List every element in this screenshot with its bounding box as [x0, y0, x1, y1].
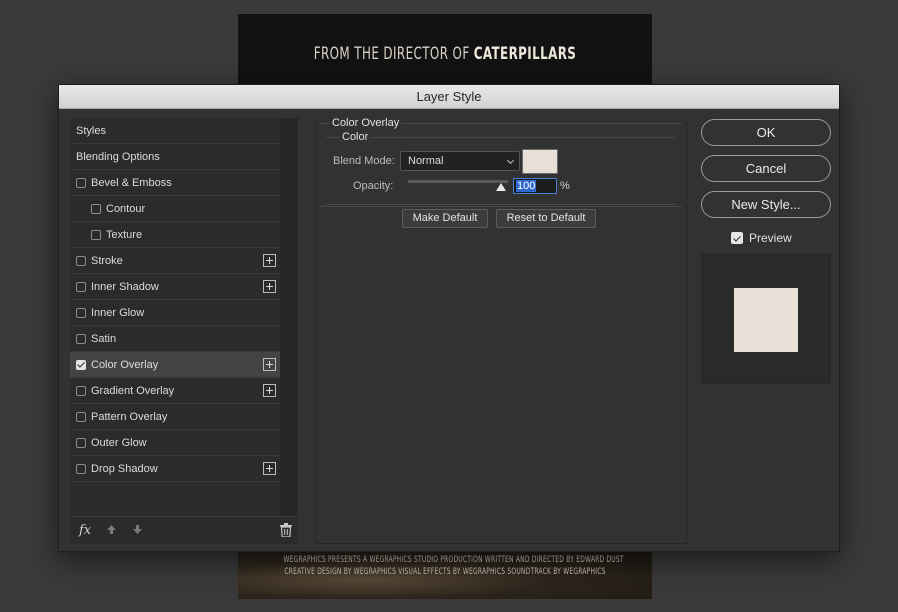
blend-mode-label: Blend Mode: [333, 155, 395, 167]
outer-glow-checkbox[interactable] [76, 437, 86, 448]
add-color-overlay-icon[interactable] [263, 358, 276, 371]
style-item-pattern-overlay[interactable]: Pattern Overlay [70, 404, 280, 430]
style-item-gradient-overlay[interactable]: Gradient Overlay [70, 378, 280, 404]
gradient-overlay-checkbox[interactable] [76, 385, 86, 396]
preview-checkbox[interactable] [731, 232, 743, 244]
add-inner-shadow-icon[interactable] [263, 280, 276, 293]
cancel-button[interactable]: Cancel [701, 155, 831, 182]
style-item-drop-shadow[interactable]: Drop Shadow [70, 456, 280, 482]
opacity-slider[interactable] [408, 180, 508, 183]
stroke-checkbox[interactable] [76, 255, 86, 266]
opacity-input[interactable]: 100 [513, 178, 557, 194]
styles-scrollbar[interactable] [280, 118, 298, 518]
styles-header[interactable]: Styles [70, 118, 280, 144]
reset-to-default-button[interactable]: Reset to Default [496, 209, 596, 228]
poster-header: FROM THE DIRECTOR OF CATERPILLARS [238, 14, 652, 88]
style-item-satin[interactable]: Satin [70, 326, 280, 352]
section-title: Color Overlay [330, 117, 402, 129]
add-drop-shadow-icon[interactable] [263, 462, 276, 475]
color-overlay-checkbox[interactable] [76, 359, 86, 370]
dialog-title: Layer Style [59, 85, 839, 109]
add-gradient-overlay-icon[interactable] [263, 384, 276, 397]
style-item-inner-shadow[interactable]: Inner Shadow [70, 274, 280, 300]
preview-toggle[interactable]: Preview [731, 231, 792, 245]
style-item-contour[interactable]: Contour [70, 196, 280, 222]
drop-shadow-checkbox[interactable] [76, 463, 86, 474]
move-down-icon[interactable] [132, 524, 143, 538]
poster-credit-line: CREATIVE DESIGN BY WEGRAPHICS VISUAL EFF… [284, 567, 606, 577]
texture-checkbox[interactable] [91, 229, 101, 240]
styles-panel: Styles Blending Options Bevel & Emboss C… [70, 118, 298, 544]
style-item-color-overlay[interactable]: Color Overlay [70, 352, 280, 378]
styles-toolbar: fx [70, 516, 298, 544]
style-item-inner-glow[interactable]: Inner Glow [70, 300, 280, 326]
style-item-blending-options[interactable]: Blending Options [70, 144, 280, 170]
poster-footer: WEGRAPHICS PRESENTS A WEGRAPHICS STUDIO … [238, 551, 652, 599]
style-item-texture[interactable]: Texture [70, 222, 280, 248]
layer-style-dialog: Layer Style Styles Blending Options Beve… [58, 84, 840, 552]
ok-button[interactable]: OK [701, 119, 831, 146]
bevel-emboss-checkbox[interactable] [76, 177, 86, 188]
opacity-slider-thumb[interactable] [496, 183, 506, 191]
styles-list: Styles Blending Options Bevel & Emboss C… [70, 118, 280, 482]
style-preview [701, 254, 831, 384]
make-default-button[interactable]: Make Default [402, 209, 488, 228]
contour-checkbox[interactable] [91, 203, 101, 214]
fx-icon[interactable]: fx [79, 523, 91, 538]
color-overlay-panel: Color Overlay Color Blend Mode: Normal O… [315, 117, 687, 544]
blend-mode-select[interactable]: Normal [400, 151, 520, 171]
satin-checkbox[interactable] [76, 333, 86, 344]
preview-swatch [734, 288, 798, 352]
poster-title: FROM THE DIRECTOR OF CATERPILLARS [313, 44, 577, 64]
trash-icon[interactable] [280, 523, 292, 538]
inner-glow-checkbox[interactable] [76, 307, 86, 318]
new-style-button[interactable]: New Style... [701, 191, 831, 218]
style-item-outer-glow[interactable]: Outer Glow [70, 430, 280, 456]
color-group [326, 137, 676, 205]
inner-shadow-checkbox[interactable] [76, 281, 86, 292]
add-stroke-icon[interactable] [263, 254, 276, 267]
chevron-down-icon [506, 156, 515, 165]
style-item-stroke[interactable]: Stroke [70, 248, 280, 274]
opacity-unit: % [560, 180, 570, 192]
group-title: Color [340, 131, 371, 143]
overlay-color-swatch[interactable] [522, 149, 558, 174]
style-item-bevel-emboss[interactable]: Bevel & Emboss [70, 170, 280, 196]
poster-credit-line: WEGRAPHICS PRESENTS A WEGRAPHICS STUDIO … [283, 555, 624, 565]
pattern-overlay-checkbox[interactable] [76, 411, 86, 422]
opacity-label: Opacity: [353, 180, 394, 192]
move-up-icon[interactable] [106, 524, 117, 538]
